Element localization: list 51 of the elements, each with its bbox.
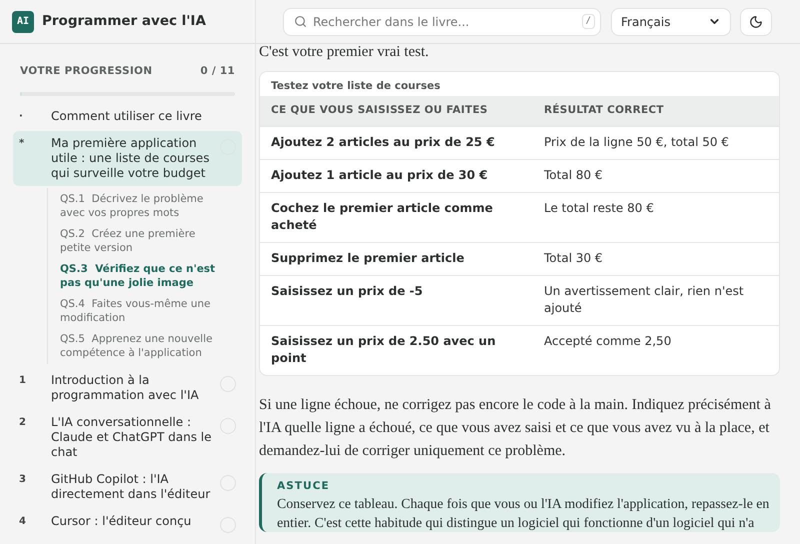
section-item[interactable]: QS.2 Créez une première petite version (60, 224, 226, 257)
chapter-item[interactable]: 3 GitHub Copilot : l'IA directement dans l'éditeur (13, 466, 242, 507)
progress-count: 0 / 11 (200, 64, 235, 79)
table-cell: Ajoutez 2 articles au prix de 25 € (260, 126, 533, 158)
chapter-marker: 2 (19, 416, 27, 430)
table-cell: Total 80 € (533, 158, 779, 192)
section-item[interactable]: QS.5 Apprenez une nouvelle compétence à l'application (60, 330, 226, 362)
body-paragraph: Si une ligne échoue, ne corrigez pas encore le code à la main. Indiquez précisément à l'IA quelle ligne a échoué, ce que vous avez saisi et ce que vous avez vu à la place, et demandez-lui de corriger uniquement ce problème. (259, 396, 772, 460)
logo: AI (12, 10, 34, 32)
shortcut-key: / (582, 14, 595, 29)
app-title: Programmer avec l'IA (42, 12, 206, 32)
search-icon (294, 14, 307, 28)
chapter-title: Ma première application utile : une liste de courses qui surveille votre budget (51, 136, 210, 181)
chapter-marker: 1 (19, 374, 27, 388)
column-header: CE QUE VOUS SAISISSEZ OU FAITES (260, 96, 533, 126)
progress-label: VOTRE PROGRESSION (20, 64, 152, 79)
table-cell: Cochez le premier article comme acheté (260, 192, 533, 242)
chapter-title: L'IA conversationnelle : Claude et ChatGPT dans le chat (51, 414, 212, 460)
tip-title: ASTUCE (277, 478, 331, 494)
chapter-item[interactable]: 1 Introduction à la programmation avec l'IA (13, 368, 242, 408)
section-item[interactable]: QS.1 Décrivez le problème avec vos propres mots (60, 190, 226, 222)
chapter-marker: · (19, 110, 24, 124)
chapter-item[interactable]: * Ma première application utile : une liste de courses qui surveille votre budget (13, 130, 242, 186)
tip-text: Conservez ce tableau. Chaque fois que vous ou l'IA modifiez l'application, repassez-le en entier. C'est cette habitude qui distingue un logiciel qui fonctionne d'un logiciel qui n'a (277, 495, 770, 532)
theme-toggle-button[interactable] (740, 8, 772, 36)
chapter-title: Comment utiliser ce livre (51, 108, 203, 124)
table-cell: Total 30 € (533, 242, 779, 274)
chapter-title: GitHub Copilot : l'IA directement dans l'éditeur (51, 472, 212, 502)
table-cell: Saisissez un prix de 2.50 avec un point (260, 324, 533, 374)
chapter-title: Cursor : l'éditeur conçu (51, 514, 192, 530)
table-cell: Le total reste 80 € (533, 192, 779, 242)
moon-icon (749, 14, 763, 28)
section-item[interactable]: QS.4 Faites vous-même une modification (60, 294, 226, 327)
section-item[interactable]: QS.3 Vérifiez que ce n'est pas qu'une jolie image (60, 260, 226, 292)
table-caption: Testez votre liste de courses (270, 79, 442, 94)
table-cell: Prix de la ligne 50 €, total 50 € (533, 126, 779, 158)
table-cell: Un avertissement clair, rien n'est ajouté (533, 274, 779, 324)
language-select[interactable]: Français (611, 8, 731, 36)
chapter-marker: 4 (19, 514, 27, 529)
table-cell: Supprimez le premier article (260, 242, 533, 274)
chapter-item[interactable]: 4 Cursor : l'éditeur conçu (13, 508, 242, 538)
chapter-item[interactable]: 2 L'IA conversationnelle : Claude et ChatGPT dans le chat (13, 410, 242, 465)
table-cell: Ajoutez 1 article au prix de 30 € (260, 158, 533, 192)
table-cell: Accepté comme 2,50 (533, 324, 779, 374)
chapter-title: Introduction à la programmation avec l'IA (51, 372, 200, 403)
chapter-marker: 3 (19, 472, 27, 487)
table-cell: Saisissez un prix de -5 (260, 274, 533, 324)
chapter-marker: * (19, 136, 26, 151)
column-header: RÉSULTAT CORRECT (533, 96, 779, 126)
chapter-item[interactable]: · Comment utiliser ce livre (13, 104, 242, 129)
intro-text: C'est votre premier vrai test. (259, 43, 430, 62)
